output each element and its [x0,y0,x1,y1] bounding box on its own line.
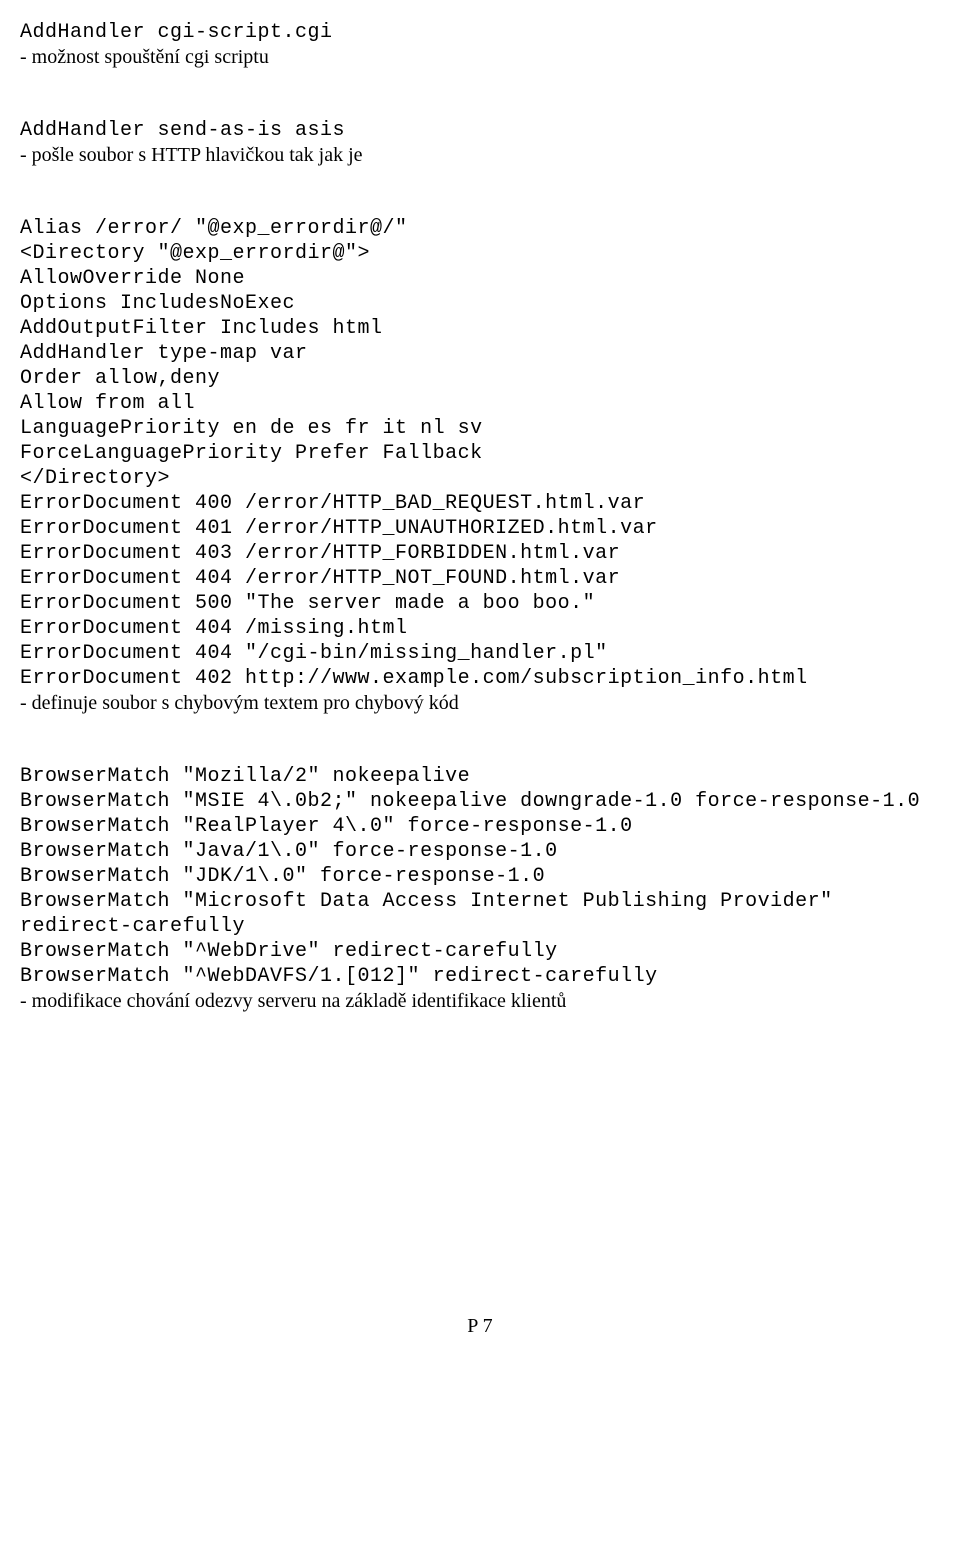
code-line: BrowserMatch "^WebDrive" redirect-carefu… [20,939,940,964]
code-line: BrowserMatch "Mozilla/2" nokeepalive [20,764,940,789]
code-line: BrowserMatch "MSIE 4\.0b2;" nokeepalive … [20,789,940,814]
code-line: BrowserMatch "^WebDAVFS/1.[012]" redirec… [20,964,940,989]
code-line: ForceLanguagePriority Prefer Fallback [20,441,940,466]
code-line: BrowserMatch "JDK/1\.0" force-response-1… [20,864,940,889]
description-line: - definuje soubor s chybovým textem pro … [20,691,940,716]
code-line: ErrorDocument 403 /error/HTTP_FORBIDDEN.… [20,541,940,566]
code-line: AddHandler send-as-is asis [20,118,940,143]
code-line: ErrorDocument 404 /missing.html [20,616,940,641]
code-line: AddHandler type-map var [20,341,940,366]
code-line: <Directory "@exp_errordir@"> [20,241,940,266]
code-line: ErrorDocument 402 http://www.example.com… [20,666,940,691]
code-line: Alias /error/ "@exp_errordir@/" [20,216,940,241]
code-line: Options IncludesNoExec [20,291,940,316]
description-line: - možnost spouštění cgi scriptu [20,45,940,70]
code-line: BrowserMatch "Java/1\.0" force-response-… [20,839,940,864]
page-number: P 7 [20,1314,940,1339]
code-line: AddHandler cgi-script.cgi [20,20,940,45]
code-line: BrowserMatch "Microsoft Data Access Inte… [20,889,940,939]
code-line: ErrorDocument 500 "The server made a boo… [20,591,940,616]
code-line: ErrorDocument 401 /error/HTTP_UNAUTHORIZ… [20,516,940,541]
code-line: LanguagePriority en de es fr it nl sv [20,416,940,441]
code-line: AllowOverride None [20,266,940,291]
code-line: Allow from all [20,391,940,416]
code-line: Order allow,deny [20,366,940,391]
description-line: - pošle soubor s HTTP hlavičkou tak jak … [20,143,940,168]
code-line: ErrorDocument 404 "/cgi-bin/missing_hand… [20,641,940,666]
code-line: ErrorDocument 404 /error/HTTP_NOT_FOUND.… [20,566,940,591]
code-line: BrowserMatch "RealPlayer 4\.0" force-res… [20,814,940,839]
code-line: AddOutputFilter Includes html [20,316,940,341]
description-line: - modifikace chování odezvy serveru na z… [20,989,940,1014]
code-line: ErrorDocument 400 /error/HTTP_BAD_REQUES… [20,491,940,516]
code-line: </Directory> [20,466,940,491]
